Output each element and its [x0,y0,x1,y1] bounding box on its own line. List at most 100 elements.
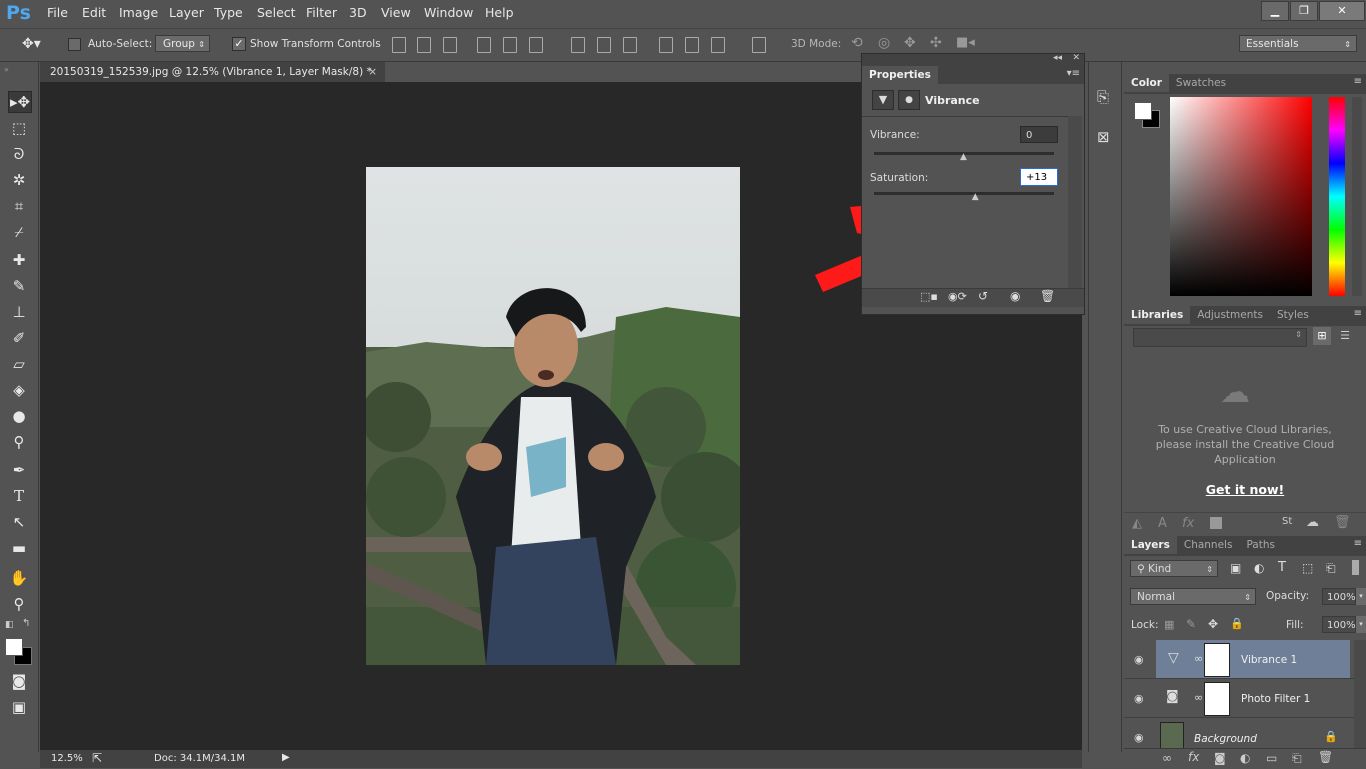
add-character-style-icon[interactable]: A [1158,516,1167,531]
zoom-level[interactable]: 12.5% [51,753,83,764]
paint-bucket-tool-icon[interactable]: ◈ [8,380,30,400]
3d-roll-icon[interactable]: ◎ [878,35,890,51]
show-transform-checkbox[interactable]: ✓ [232,37,246,51]
link-layers-icon[interactable]: ∞ [1162,751,1172,765]
screen-mode-icon[interactable]: ▣ [8,697,30,717]
hue-slider[interactable] [1329,97,1345,296]
visibility-eye-icon[interactable]: ◉ [1134,653,1148,667]
vibrance-adjustment-icon[interactable]: ▼ [872,90,894,110]
layer-row-vibrance[interactable]: ◉ ▽ ∞ Vibrance 1 [1124,640,1354,679]
menu-type[interactable]: Type [214,5,243,20]
status-menu-arrow-icon[interactable]: ▶ [282,752,290,763]
minimize-button[interactable]: ▁ [1261,1,1289,21]
fill-dropdown-arrow-icon[interactable]: ▾ [1356,616,1366,633]
background-layer-thumbnail[interactable] [1160,722,1184,750]
pen-tool-icon[interactable]: ✒ [8,460,30,480]
stock-icon[interactable]: St [1282,516,1292,527]
tab-color[interactable]: Color [1124,74,1169,92]
menu-edit[interactable]: Edit [82,5,106,20]
auto-align-layers-icon[interactable] [752,37,766,53]
delete-adjustment-icon[interactable]: 🗑 [1040,289,1055,303]
type-tool-icon[interactable]: T [8,486,30,506]
auto-select-checkbox[interactable] [68,38,81,51]
layer-name[interactable]: Background [1194,733,1257,745]
crop-tool-icon[interactable]: ⌗ [8,196,30,216]
distribute-bottom-icon[interactable] [623,37,637,53]
menu-filter[interactable]: Filter [306,5,337,20]
healing-brush-tool-icon[interactable]: ✚ [8,250,30,270]
toolbox-collapse-icon[interactable]: » [4,65,9,74]
color-fg-swatch[interactable] [1134,102,1152,120]
delete-layer-icon[interactable]: 🗑 [1318,750,1333,764]
panel-menu-icon[interactable]: ≡ [1354,308,1362,319]
align-left-icon[interactable] [477,37,491,53]
panel-menu-icon[interactable]: ▾≡ [1067,68,1080,79]
visibility-eye-icon[interactable]: ◉ [1134,692,1148,706]
color-field[interactable] [1170,97,1312,296]
layer-row-photo-filter[interactable]: ◉ ◙ ∞ Photo Filter 1 [1124,679,1354,718]
tab-adjustments[interactable]: Adjustments [1190,306,1270,324]
vibrance-slider-thumb[interactable]: ▲ [960,152,967,162]
properties-panel-icon[interactable]: ⊠ [1097,128,1110,146]
brush-tool-icon[interactable]: ✎ [8,276,30,296]
clone-stamp-tool-icon[interactable]: ⊥ [8,302,30,322]
menu-window[interactable]: Window [424,5,473,20]
add-color-icon[interactable] [1210,517,1222,529]
close-panel-icon[interactable]: ✕ [1072,53,1080,63]
add-mask-icon[interactable]: ◙ [1214,751,1226,765]
close-document-icon[interactable]: × [368,62,377,82]
fill-input[interactable]: 100% [1322,616,1356,633]
filter-toggle-icon[interactable] [1352,560,1359,575]
opacity-input[interactable]: 100% [1322,588,1356,605]
toggle-visibility-icon[interactable]: ◉ [1010,289,1020,303]
layer-mask-thumbnail[interactable] [1204,682,1230,716]
get-it-now-link[interactable]: Get it now! [1154,482,1336,497]
panel-menu-icon[interactable]: ≡ [1354,538,1362,549]
properties-scrollbar[interactable] [1068,116,1082,288]
menu-layer[interactable]: Layer [169,5,204,20]
move-tool-icon[interactable]: ▸✥ [8,91,32,113]
tab-libraries[interactable]: Libraries [1124,306,1191,324]
add-layer-style-icon[interactable]: fx [1182,516,1194,531]
filter-adjustment-icon[interactable]: ◐ [1254,561,1264,575]
filter-type-icon[interactable]: T [1278,560,1286,575]
3d-camera-icon[interactable]: ■◂ [956,35,975,50]
distribute-right-icon[interactable] [711,37,725,53]
layer-mask-thumbnail[interactable] [1204,643,1230,677]
move-tool-preset-icon[interactable]: ✥▾ [22,36,41,52]
3d-slide-icon[interactable]: ✣ [930,35,942,51]
quick-mask-icon[interactable]: ◙ [8,671,30,691]
clip-to-layer-icon[interactable]: ⬚▪ [920,290,938,303]
blur-tool-icon[interactable]: ● [8,406,30,426]
3d-drag-icon[interactable]: ✥ [904,35,916,51]
delete-library-item-icon[interactable]: 🗑 [1334,515,1351,530]
export-icon[interactable]: ⇱ [92,751,102,765]
tab-swatches[interactable]: Swatches [1169,74,1233,92]
visibility-eye-icon[interactable]: ◉ [1134,731,1148,745]
menu-file[interactable]: File [47,5,68,20]
view-previous-state-icon[interactable]: ◉⟳ [948,290,967,303]
hand-tool-icon[interactable]: ✋ [8,568,30,588]
align-hcenter-icon[interactable] [503,37,517,53]
layer-filter-dropdown[interactable]: ⚲ Kind ⇕ [1130,560,1218,577]
collapse-panel-icon[interactable]: ◂◂ [1053,53,1062,63]
tab-properties[interactable]: Properties [862,66,938,84]
lock-position-icon[interactable]: ✥ [1208,617,1218,631]
tab-styles[interactable]: Styles [1270,306,1316,324]
color-scrollbar[interactable] [1352,97,1362,296]
workspace-dropdown[interactable]: Essentials ⇕ [1239,35,1357,52]
filter-smart-object-icon[interactable]: ⎗ [1326,561,1336,576]
eyedropper-tool-icon[interactable]: ⌿ [8,222,30,242]
swap-colors-icon[interactable]: ↰ [22,618,30,629]
layer-mask-icon[interactable]: ● [898,90,920,110]
align-top-icon[interactable] [392,37,406,53]
add-layer-style-icon[interactable]: fx [1188,750,1199,764]
tab-layers[interactable]: Layers [1124,536,1177,554]
new-group-icon[interactable]: ▭ [1266,751,1277,765]
close-window-button[interactable]: ✕ [1319,1,1365,21]
blend-mode-dropdown[interactable]: Normal ⇕ [1130,588,1256,605]
saturation-slider-thumb[interactable]: ▲ [972,192,979,202]
history-brush-tool-icon[interactable]: ✐ [8,328,30,348]
3d-rotate-icon[interactable]: ⟲ [851,35,863,51]
filter-pixel-icon[interactable]: ▣ [1230,561,1241,575]
